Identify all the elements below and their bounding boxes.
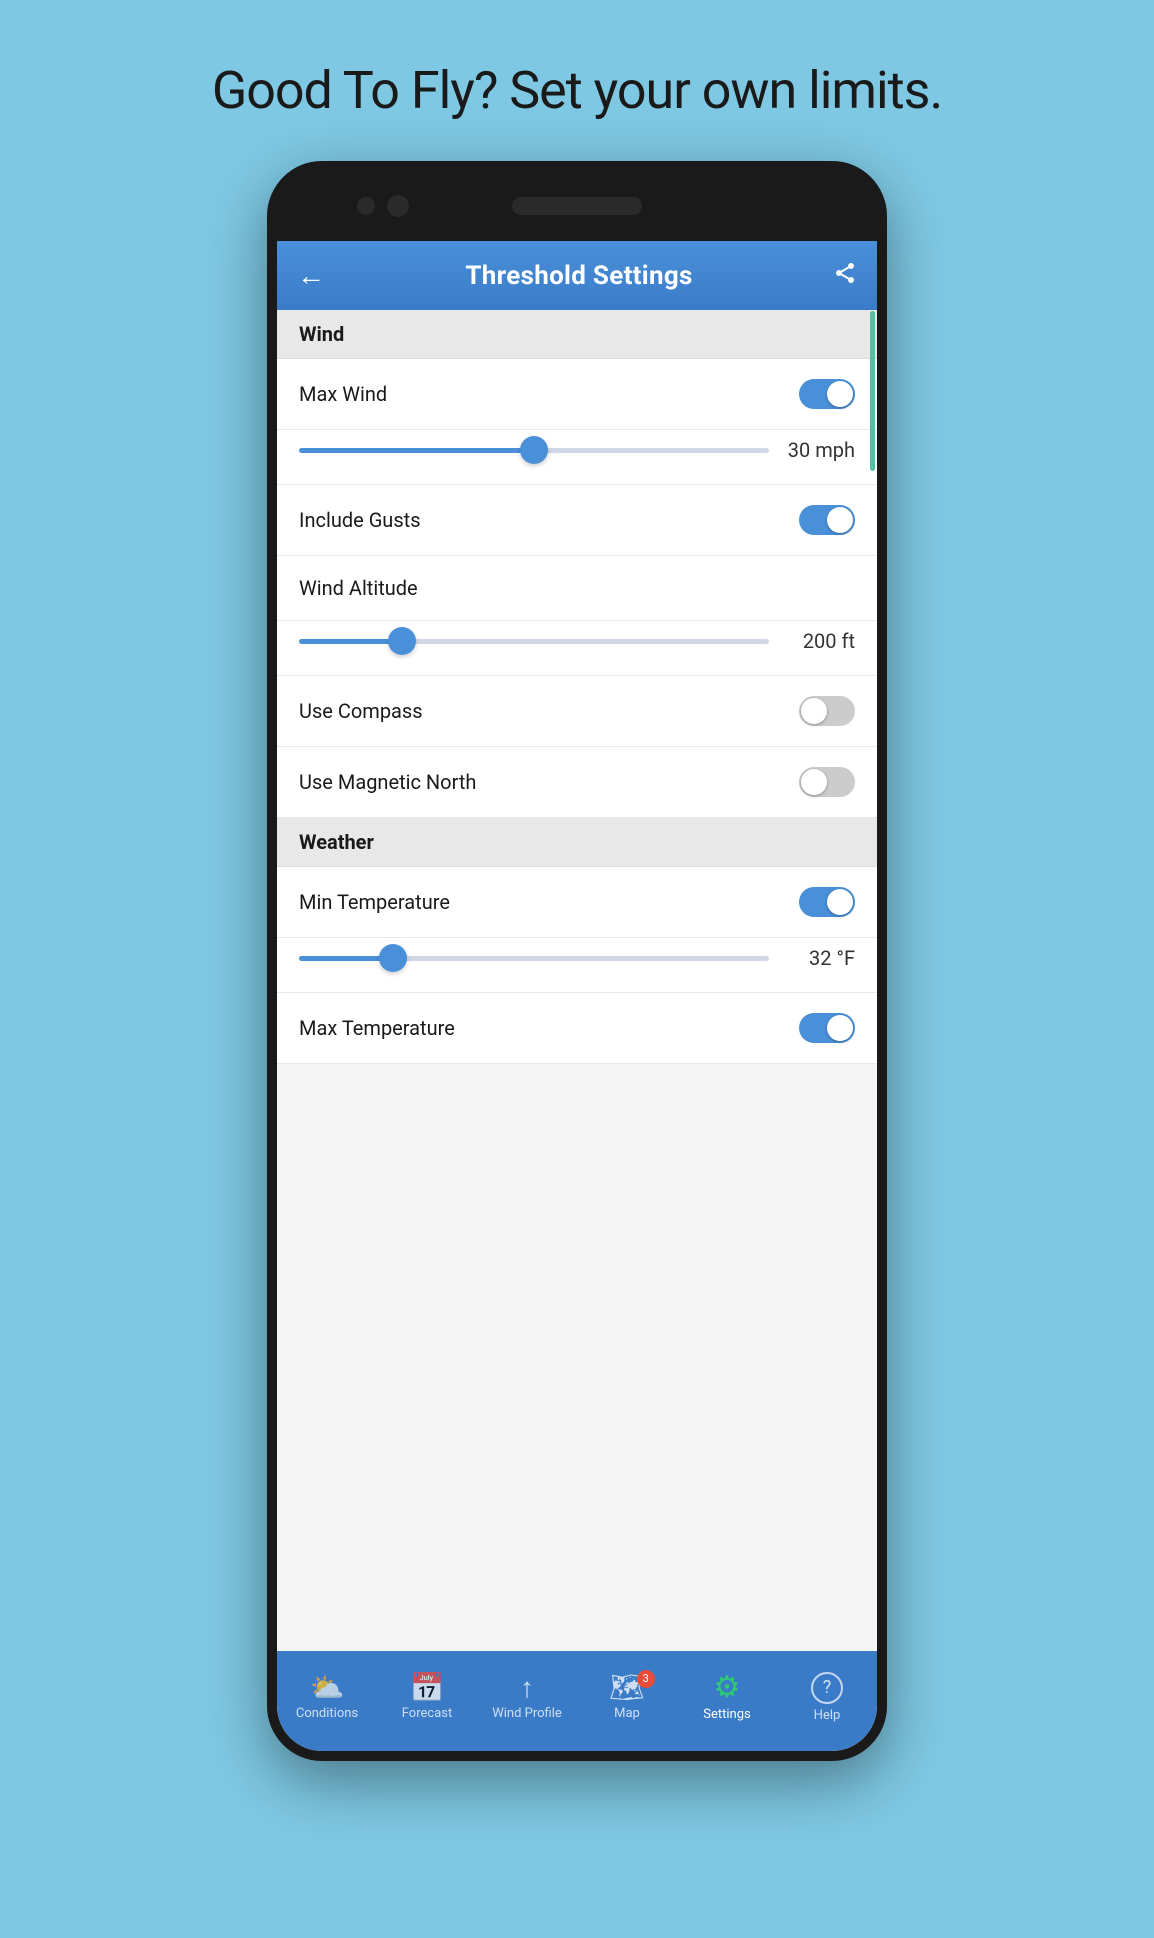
nav-map[interactable]: 🗺 3 Map [577,1651,677,1751]
max-wind-knob [827,381,853,407]
back-button[interactable]: ← [297,259,325,292]
phone-screen: ← Threshold Settings Wind Max Wind [277,241,877,1751]
nav-conditions[interactable]: ⛅ Conditions [277,1651,377,1751]
conditions-label: Conditions [296,1706,358,1721]
use-compass-row: Use Compass [277,676,877,747]
max-temperature-row: Max Temperature [277,993,877,1064]
wind-altitude-slider[interactable] [299,631,769,651]
nav-help[interactable]: ? Help [777,1651,877,1751]
min-temperature-slider-row: 32 °F [277,938,877,993]
wind-profile-label: Wind Profile [492,1706,562,1721]
use-compass-knob [801,698,827,724]
forecast-label: Forecast [402,1706,452,1721]
max-wind-label: Max Wind [299,382,387,406]
nav-settings[interactable]: ⚙ Settings [677,1651,777,1751]
max-wind-track [299,448,769,453]
conditions-icon: ⛅ [310,1674,345,1702]
phone-notch [277,171,877,241]
min-temperature-value: 32 °F [785,946,855,970]
max-wind-slider-row: 30 mph [277,430,877,485]
min-temperature-slider[interactable] [299,948,769,968]
forecast-icon: 📅 [410,1674,445,1702]
use-compass-label: Use Compass [299,699,423,723]
include-gusts-label: Include Gusts [299,508,421,532]
share-button[interactable] [833,261,857,291]
wind-altitude-track [299,639,769,644]
camera-right [387,195,409,217]
app-header: ← Threshold Settings [277,241,877,310]
phone-speaker [512,197,642,215]
wind-altitude-value: 200 ft [785,629,855,653]
wind-altitude-slider-row: 200 ft [277,621,877,676]
min-temperature-toggle[interactable] [799,887,855,917]
max-wind-toggle[interactable] [799,379,855,409]
include-gusts-toggle[interactable] [799,505,855,535]
page-tagline: Good To Fly? Set your own limits. [212,60,942,121]
max-temperature-knob [827,1015,853,1041]
camera-left [357,197,375,215]
use-compass-toggle[interactable] [799,696,855,726]
section-wind-header: Wind [277,310,877,359]
page-title: Threshold Settings [465,261,692,291]
bottom-nav: ⛅ Conditions 📅 Forecast ↑ Wind Profile 🗺… [277,1651,877,1751]
include-gusts-row: Include Gusts [277,485,877,556]
min-temperature-thumb[interactable] [379,944,407,972]
use-magnetic-north-row: Use Magnetic North [277,747,877,818]
wind-altitude-label: Wind Altitude [299,576,418,600]
max-wind-fill [299,448,534,453]
max-wind-value: 30 mph [785,438,855,462]
wind-altitude-fill [299,639,402,644]
wind-profile-icon: ↑ [520,1674,534,1702]
use-magnetic-north-toggle[interactable] [799,767,855,797]
phone-frame: ← Threshold Settings Wind Max Wind [267,161,887,1761]
nav-forecast[interactable]: 📅 Forecast [377,1651,477,1751]
use-magnetic-north-label: Use Magnetic North [299,770,476,794]
wind-altitude-thumb[interactable] [388,627,416,655]
max-temperature-label: Max Temperature [299,1016,455,1040]
map-label: Map [614,1706,640,1721]
nav-wind-profile[interactable]: ↑ Wind Profile [477,1651,577,1751]
min-temperature-knob [827,889,853,915]
help-label: Help [814,1708,841,1723]
max-temperature-toggle[interactable] [799,1013,855,1043]
min-temperature-track [299,956,769,961]
include-gusts-knob [827,507,853,533]
map-badge: 3 [637,1670,655,1688]
map-icon: 🗺 3 [609,1674,645,1702]
settings-scroll[interactable]: Wind Max Wind 30 mph In [277,310,877,1651]
min-temperature-row: Min Temperature [277,867,877,938]
min-temperature-label: Min Temperature [299,890,450,914]
use-magnetic-north-knob [801,769,827,795]
settings-label: Settings [703,1707,750,1722]
settings-icon: ⚙ [714,1673,741,1703]
scrollbar-indicator [870,311,875,471]
max-wind-thumb[interactable] [520,436,548,464]
max-wind-row: Max Wind [277,359,877,430]
section-weather-header: Weather [277,818,877,867]
wind-altitude-row: Wind Altitude [277,556,877,621]
max-wind-slider[interactable] [299,440,769,460]
help-icon: ? [811,1672,843,1704]
